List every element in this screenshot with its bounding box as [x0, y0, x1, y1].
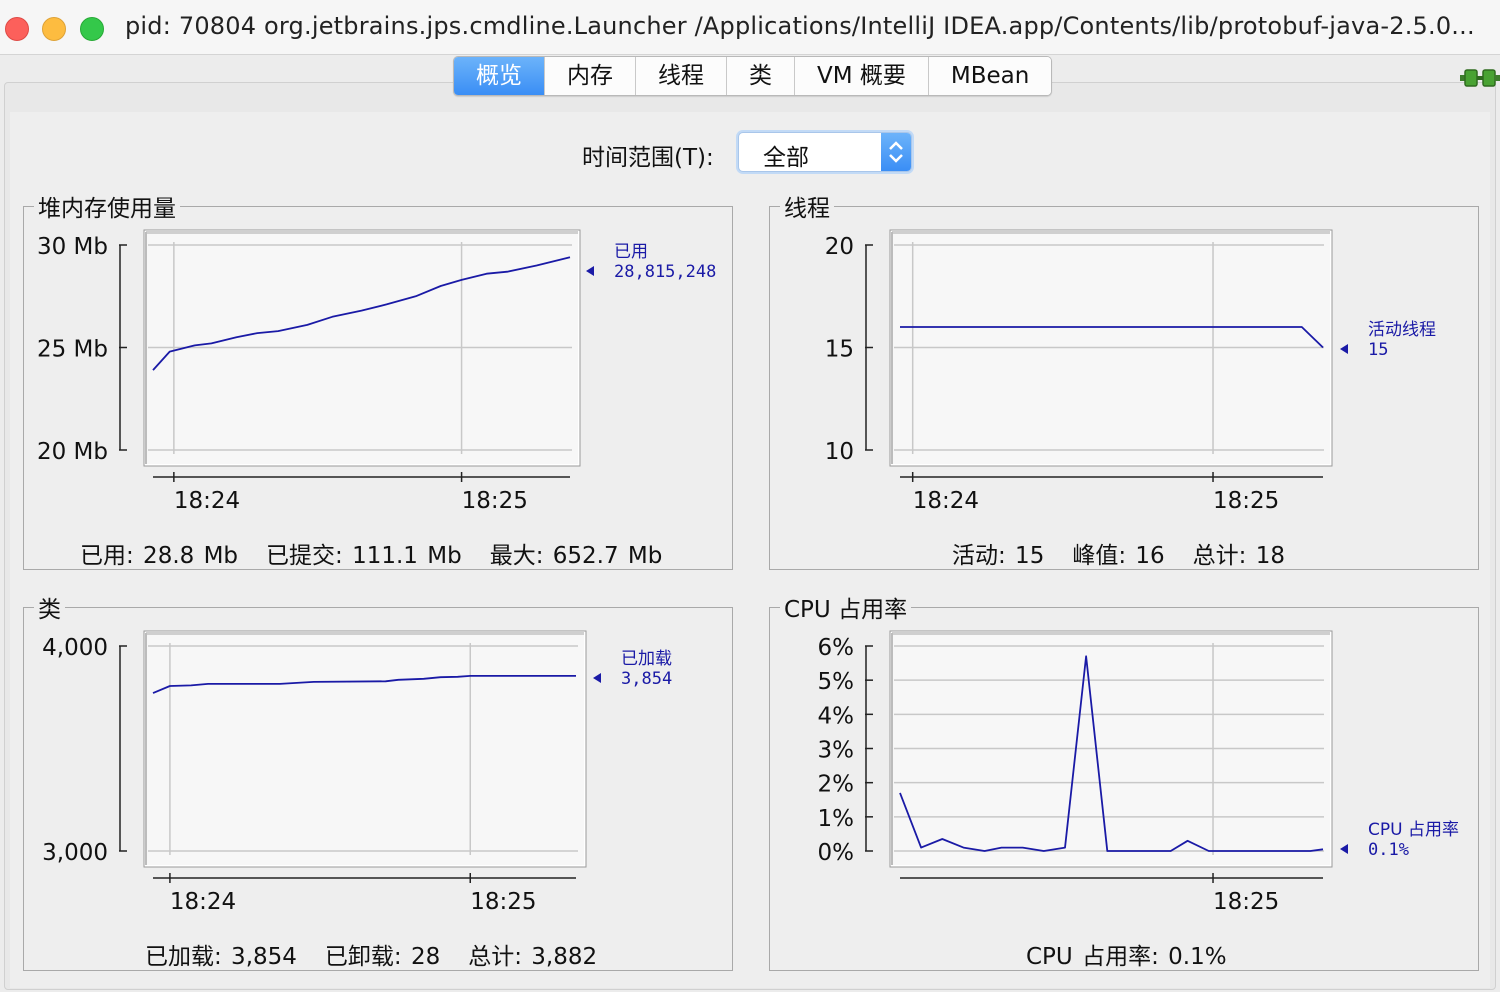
heap-series-name-0: 已用: [614, 242, 648, 262]
threads-x-tick-label-1: 18:25: [1213, 488, 1279, 514]
cpu-series-marker-0: [1340, 844, 1348, 854]
cpu-x-tick-label-0: 18:25: [1213, 889, 1279, 915]
classes-y-tick-label-0: 4,000: [42, 635, 108, 661]
heap-x-tick-label-1: 18:25: [462, 488, 528, 514]
classes-series-value-0: 3,854: [621, 669, 672, 689]
cpu-y-tick-label-2: 4%: [818, 703, 855, 729]
heap-y-tick-label-0: 30 Mb: [37, 234, 108, 260]
classes-y-tick-label-1: 3,000: [42, 840, 108, 866]
classes-series-marker-0: [593, 673, 601, 683]
cpu-y-tick-label-5: 1%: [818, 806, 855, 832]
cpu-y-tick-label-0: 6%: [818, 635, 855, 661]
threads-series-value-0: 15: [1368, 340, 1388, 360]
cpu-y-tick-label-4: 2%: [818, 772, 855, 798]
cpu-y-tick-label-1: 5%: [818, 669, 855, 695]
threads-x-tick-label-0: 18:24: [913, 488, 979, 514]
classes-series-name-0: 已加载: [621, 649, 672, 669]
heap-y-tick-label-2: 20 Mb: [37, 439, 108, 465]
threads-series-name-0: 活动线程: [1368, 320, 1436, 340]
cpu-series-value-0: 0.1%: [1368, 840, 1409, 860]
threads-y-tick-label-2: 10: [825, 439, 854, 465]
threads-series-marker-0: [1340, 344, 1348, 354]
heap-y-tick-label-1: 25 Mb: [37, 337, 108, 363]
threads-y-tick-label-1: 15: [825, 337, 854, 363]
classes-x-tick-label-0: 18:24: [170, 889, 236, 915]
threads-y-tick-label-0: 20: [825, 234, 854, 260]
classes-plot-area: [146, 633, 584, 865]
charts-layer: 30 Mb 25 Mb 20 Mb 18:24 18:25 已用28,815,248 20 1…: [37, 229, 1459, 915]
cpu-y-tick-label-3: 3%: [818, 738, 855, 764]
cpu-y-tick-label-6: 0%: [818, 840, 855, 866]
heap-x-tick-label-0: 18:24: [174, 488, 240, 514]
heap-series-value-0: 28,815,248: [614, 262, 716, 282]
classes-x-tick-label-1: 18:25: [470, 889, 536, 915]
cpu-series-name-0: CPU 占用率: [1368, 820, 1459, 840]
heap-series-marker-0: [586, 266, 594, 276]
